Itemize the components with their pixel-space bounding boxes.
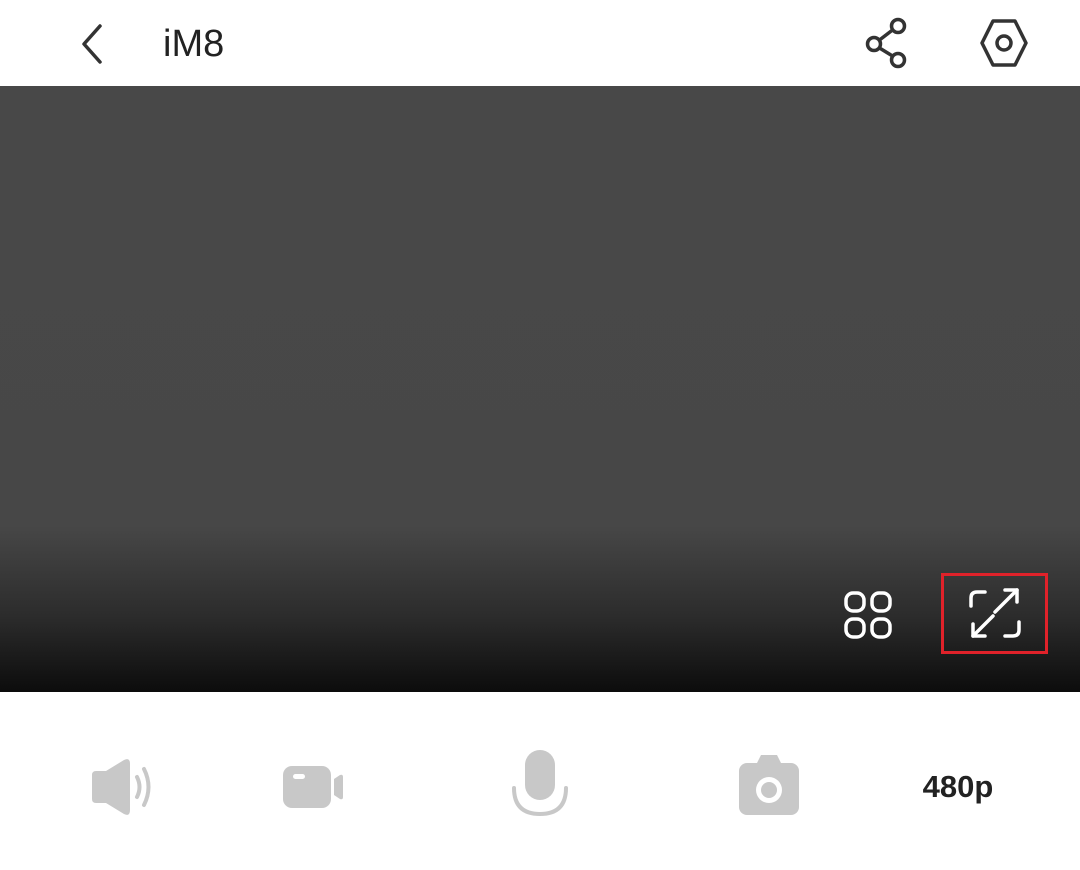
app-window: iM8 480p bbox=[0, 0, 1080, 870]
quality-selector[interactable]: 480p bbox=[905, 764, 1011, 810]
fullscreen-icon bbox=[968, 587, 1021, 638]
settings-button[interactable] bbox=[973, 12, 1035, 74]
fullscreen-button[interactable] bbox=[941, 573, 1048, 654]
video-player[interactable] bbox=[0, 86, 1080, 692]
quality-label: 480p bbox=[922, 769, 994, 804]
control-bar: 480p bbox=[0, 692, 1080, 870]
chevron-left-icon bbox=[82, 24, 102, 64]
share-icon bbox=[865, 17, 907, 69]
video-camera-icon bbox=[283, 766, 343, 808]
top-bar: iM8 bbox=[0, 0, 1080, 86]
camera-icon bbox=[739, 755, 799, 815]
hexagon-settings-icon bbox=[980, 19, 1028, 67]
back-button[interactable] bbox=[62, 14, 122, 74]
snapshot-button[interactable] bbox=[733, 748, 805, 822]
grid-layout-button[interactable] bbox=[835, 582, 901, 648]
page-title: iM8 bbox=[163, 23, 225, 65]
grid-layout-icon bbox=[844, 591, 892, 639]
speaker-icon bbox=[92, 759, 151, 815]
record-button[interactable] bbox=[275, 752, 351, 822]
microphone-icon bbox=[512, 750, 568, 817]
share-button[interactable] bbox=[856, 12, 918, 74]
microphone-button[interactable] bbox=[505, 744, 575, 824]
speaker-button[interactable] bbox=[82, 752, 162, 822]
